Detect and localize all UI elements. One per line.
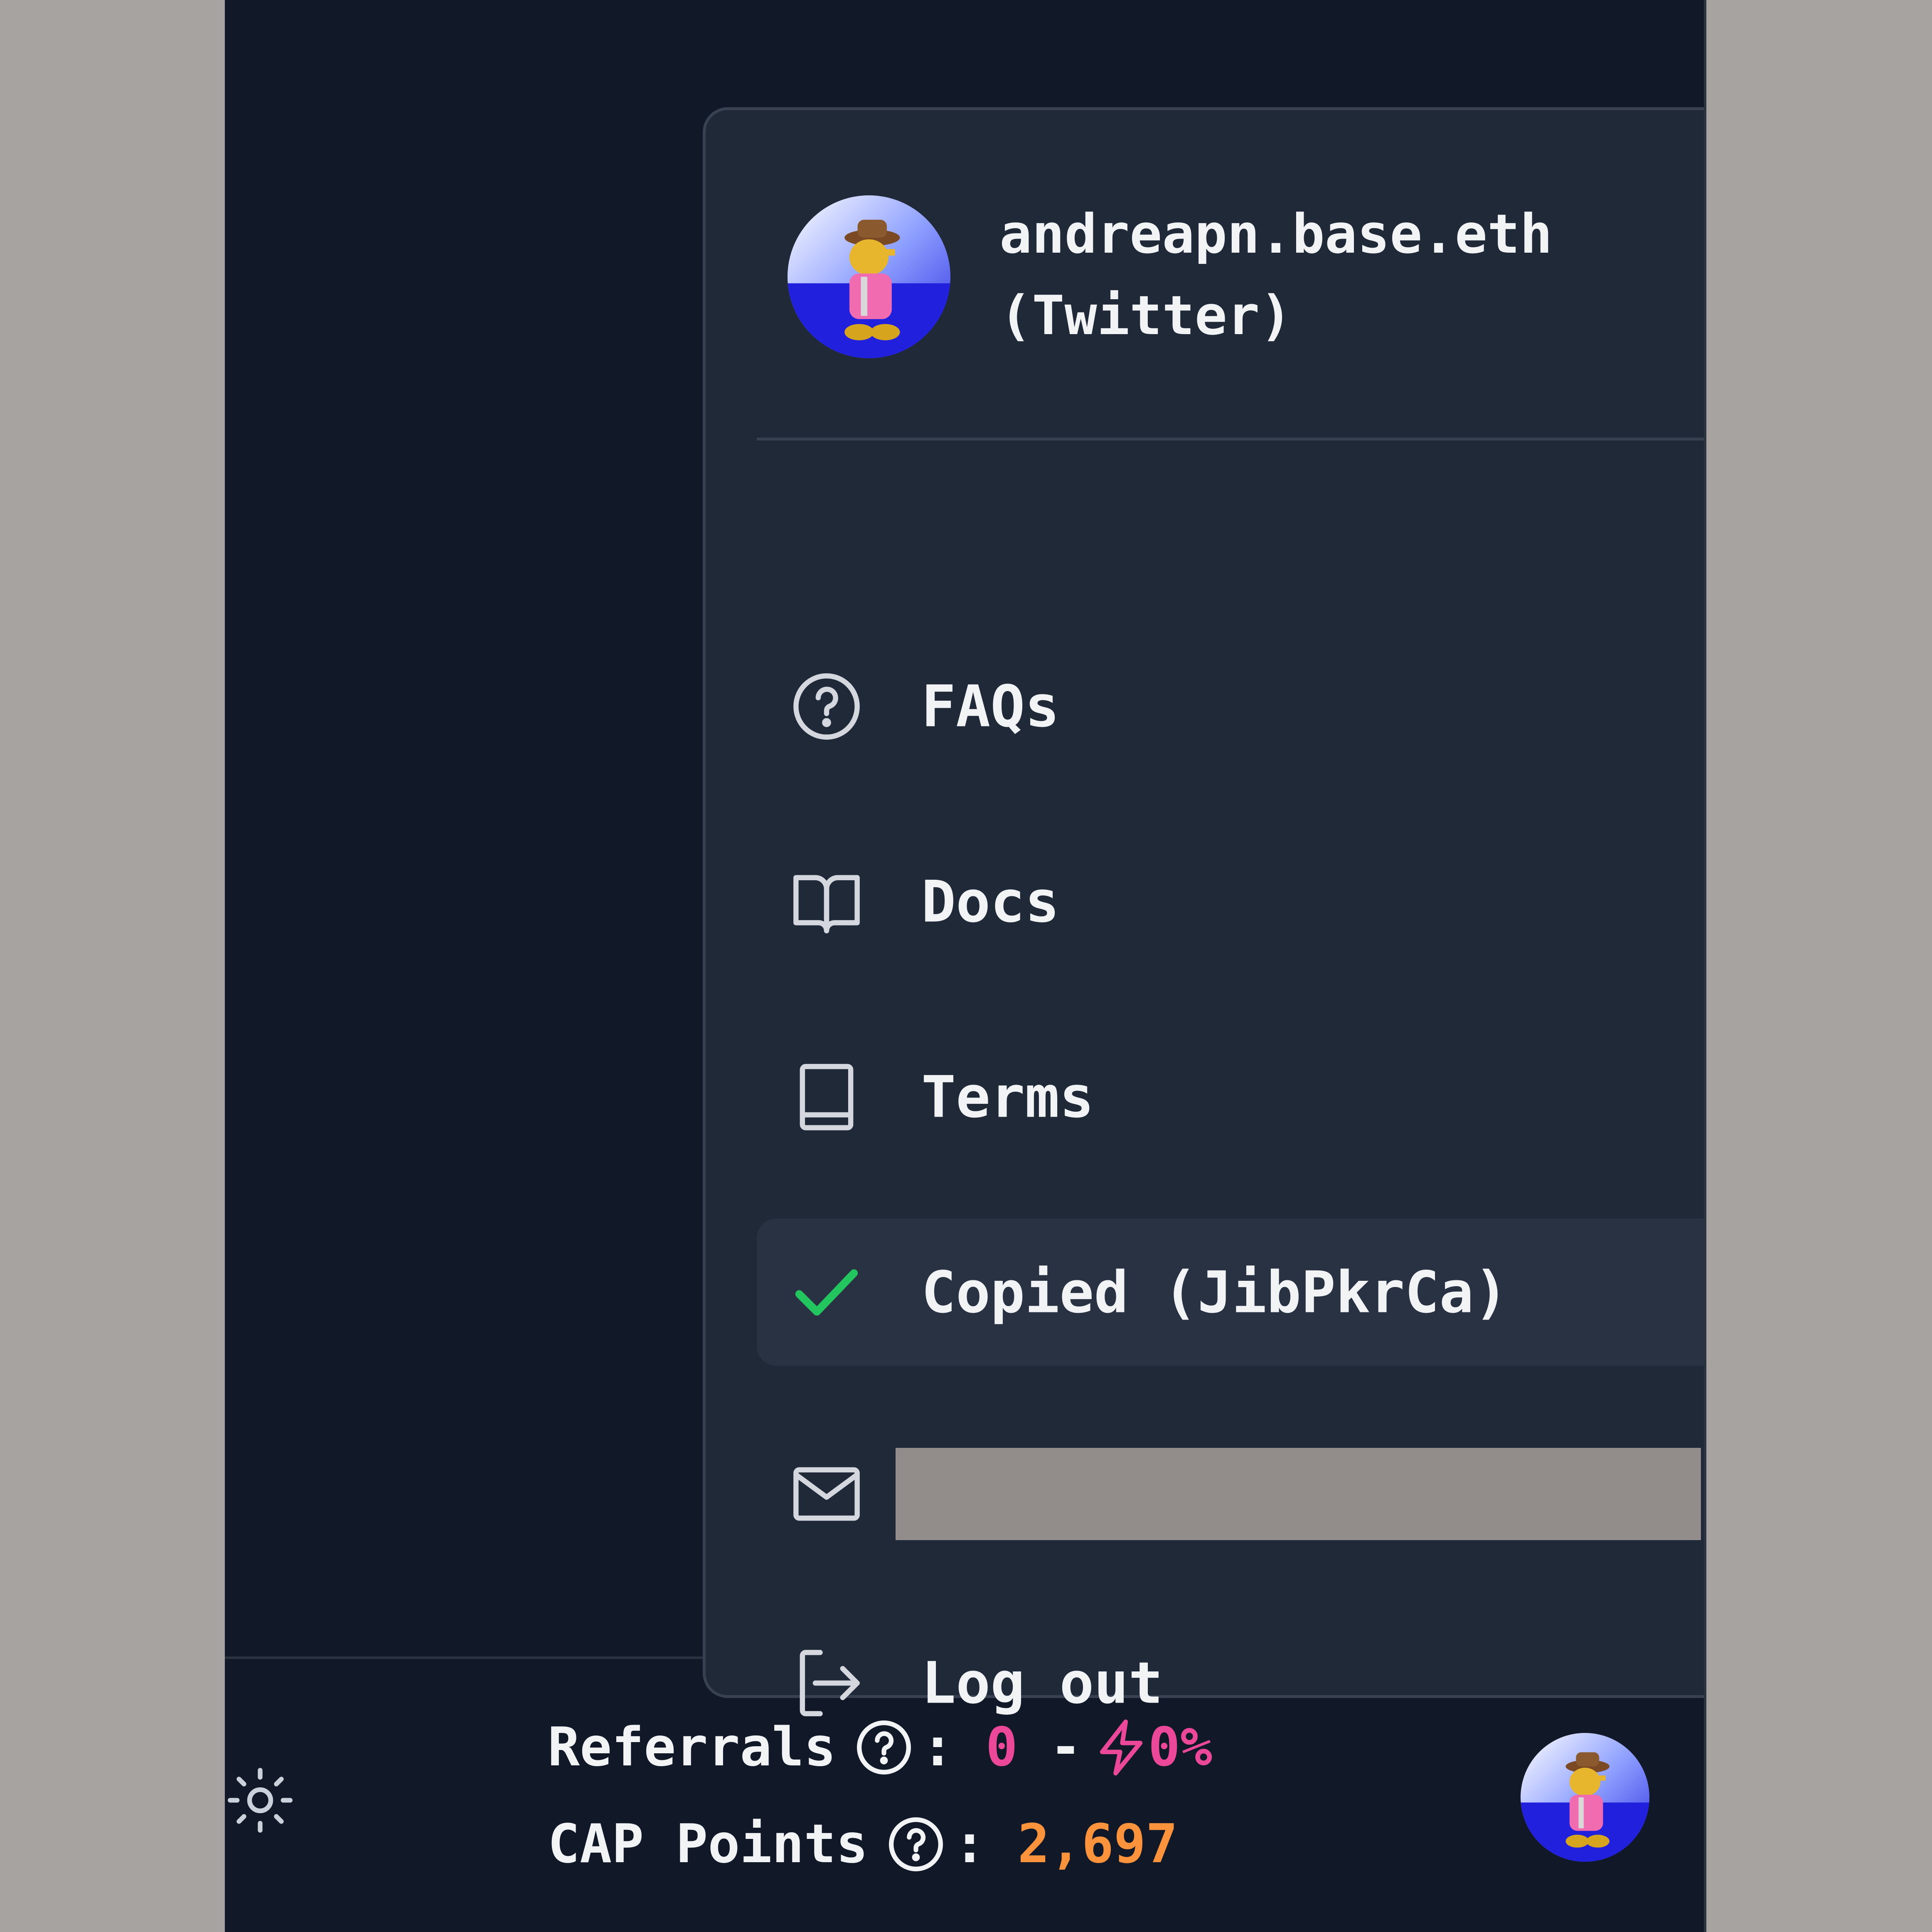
cap-points-help-icon[interactable] (885, 1813, 947, 1875)
cap-points-label: CAP Points (548, 1813, 868, 1875)
sun-icon (225, 1765, 295, 1836)
app-window: Referrals : 0 - 0% CAP Points: 2,697 an… (225, 0, 1706, 1932)
cap-points-value: 2,697 (1017, 1813, 1178, 1875)
theme-toggle-button[interactable] (225, 1765, 295, 1836)
profile-header: andreapn.base.eth (Twitter) (706, 110, 1704, 443)
menu-item-terms[interactable]: Terms (757, 1023, 1704, 1171)
menu-divider (757, 438, 1704, 441)
cap-points-stat: CAP Points : 2,697 (548, 1813, 1178, 1875)
mail-icon (788, 1455, 865, 1533)
menu-item-label: Docs (921, 868, 1060, 935)
menu-item-label: Terms (921, 1063, 1094, 1130)
profile-name: andreapn.base.eth (Twitter) (999, 193, 1704, 356)
menu-item-label: FAQs (921, 673, 1060, 740)
account-dropdown-menu: andreapn.base.eth (Twitter) FAQs Docs Te… (703, 107, 1704, 1716)
menu-item-logout[interactable]: Log out (757, 1609, 1704, 1757)
profile-name-line2: (Twitter) (999, 284, 1292, 347)
menu-item-label: Log out (921, 1649, 1163, 1716)
menu-item-docs[interactable]: Docs (757, 828, 1704, 975)
redacted-email (896, 1447, 1701, 1540)
menu-item-email[interactable] (757, 1420, 1704, 1568)
profile-avatar (788, 195, 950, 358)
open-book-icon (788, 863, 865, 940)
book-icon (788, 1058, 865, 1136)
menu-item-label: Copied (JibPkrCa) (921, 1259, 1509, 1326)
check-icon (788, 1254, 865, 1331)
logout-icon (788, 1644, 865, 1722)
profile-name-line1: andreapn.base.eth (999, 202, 1553, 266)
question-circle-icon (788, 668, 865, 745)
menu-item-faqs[interactable]: FAQs (757, 633, 1704, 780)
menu-item-copy-referral[interactable]: Copied (JibPkrCa) (757, 1218, 1704, 1366)
